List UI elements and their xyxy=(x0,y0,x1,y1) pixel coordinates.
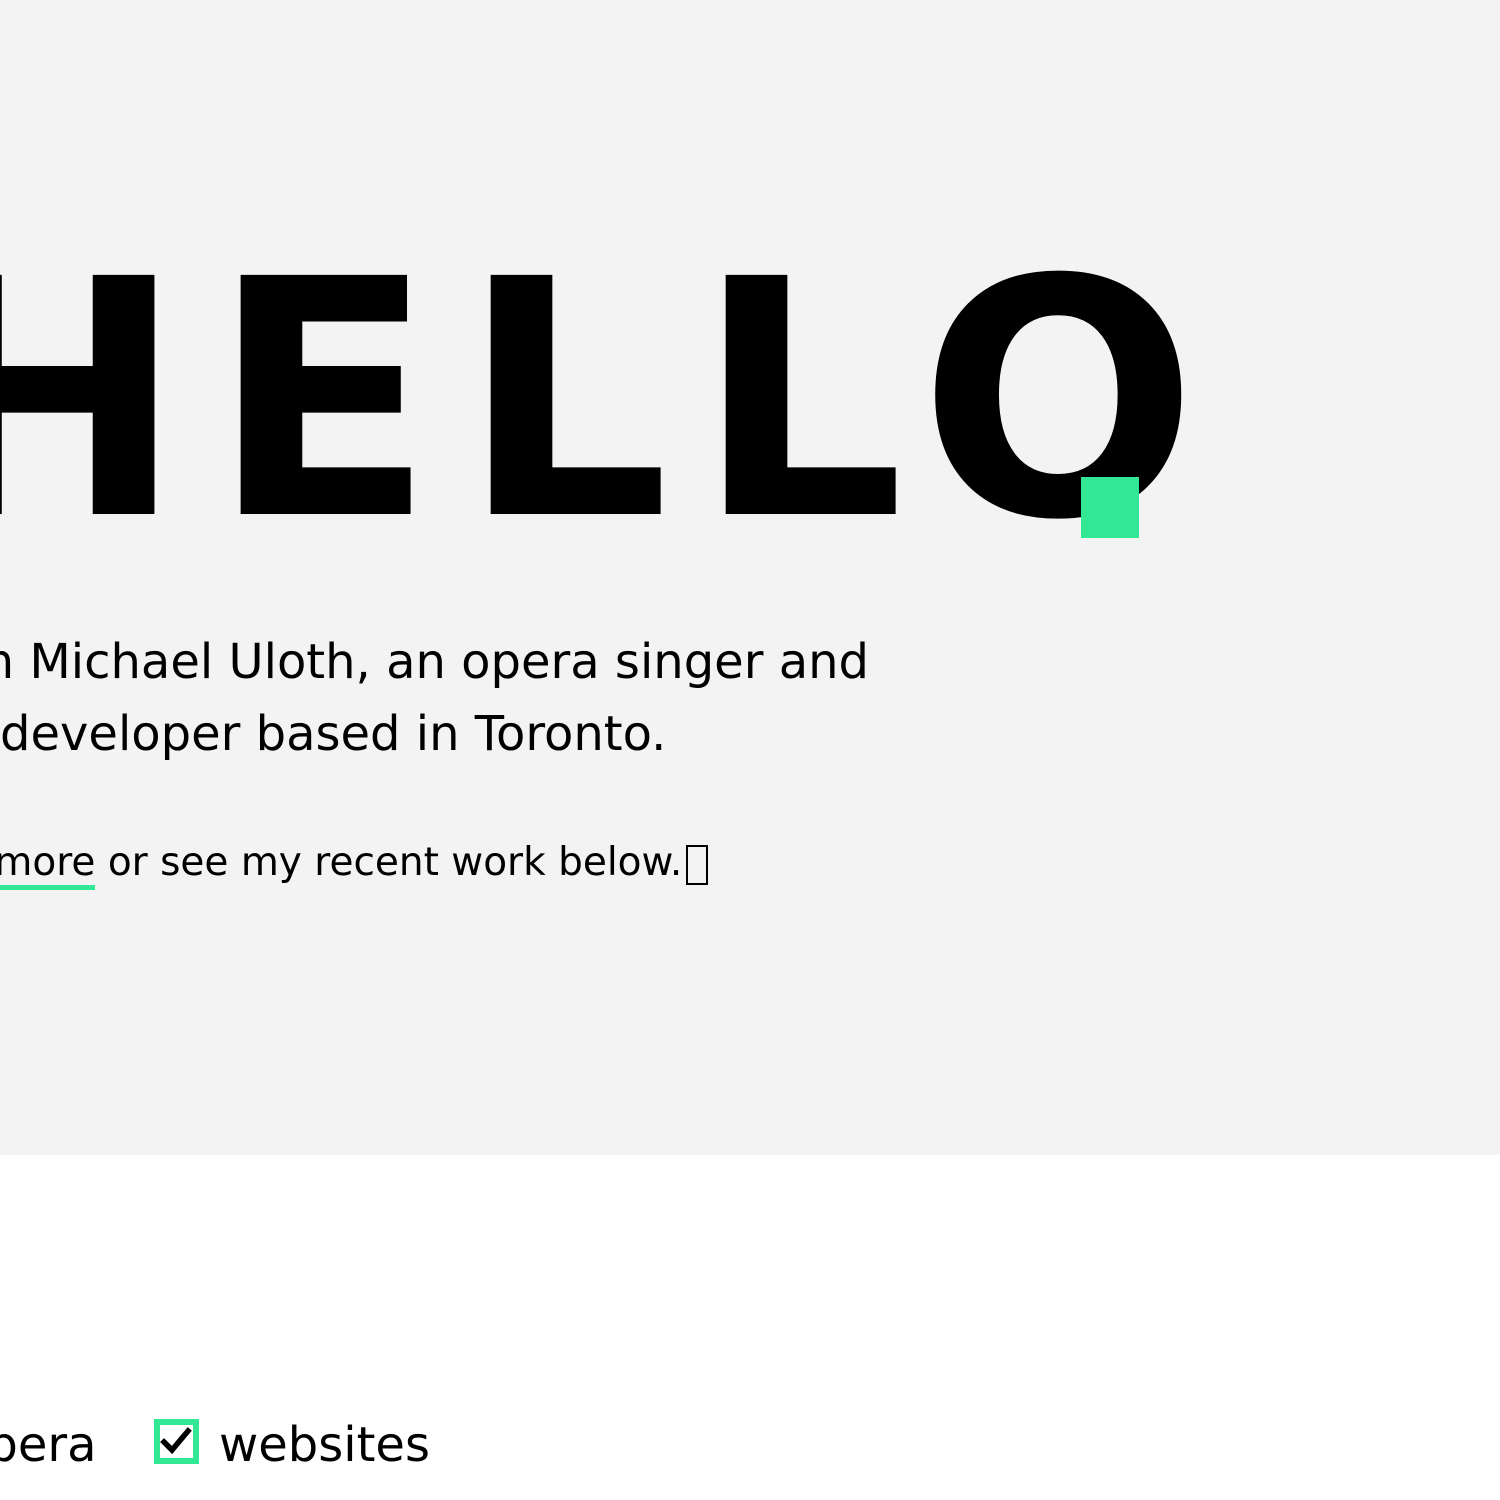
filter-opera-label[interactable]: opera xyxy=(0,1412,97,1478)
filter-websites-checkbox[interactable] xyxy=(154,1419,199,1464)
hero-intro-line-2: developer based in Toronto. xyxy=(0,706,667,762)
work-filters: opera websites xyxy=(0,1410,1500,1480)
hero-title: HELLO xyxy=(0,211,1224,592)
hero-intro: I'm Michael Uloth, an opera singer and d… xyxy=(0,626,869,770)
hero-section: HELLO I'm Michael Uloth, an opera singer… xyxy=(0,0,1500,1155)
filter-websites-label[interactable]: websites xyxy=(219,1412,430,1478)
checkmark-icon xyxy=(160,1425,193,1458)
hero-cta-text: or see my recent work below. xyxy=(95,840,683,885)
hero-title-period xyxy=(1081,477,1139,538)
hero-intro-line-1: I'm Michael Uloth, an opera singer and xyxy=(0,634,869,690)
hero-cta: Read more or see my recent work below. xyxy=(0,838,709,890)
read-more-link[interactable]: Read more xyxy=(0,840,96,890)
page: HELLO I'm Michael Uloth, an opera singer… xyxy=(0,0,1500,1500)
arrow-down-icon[interactable] xyxy=(686,845,709,885)
